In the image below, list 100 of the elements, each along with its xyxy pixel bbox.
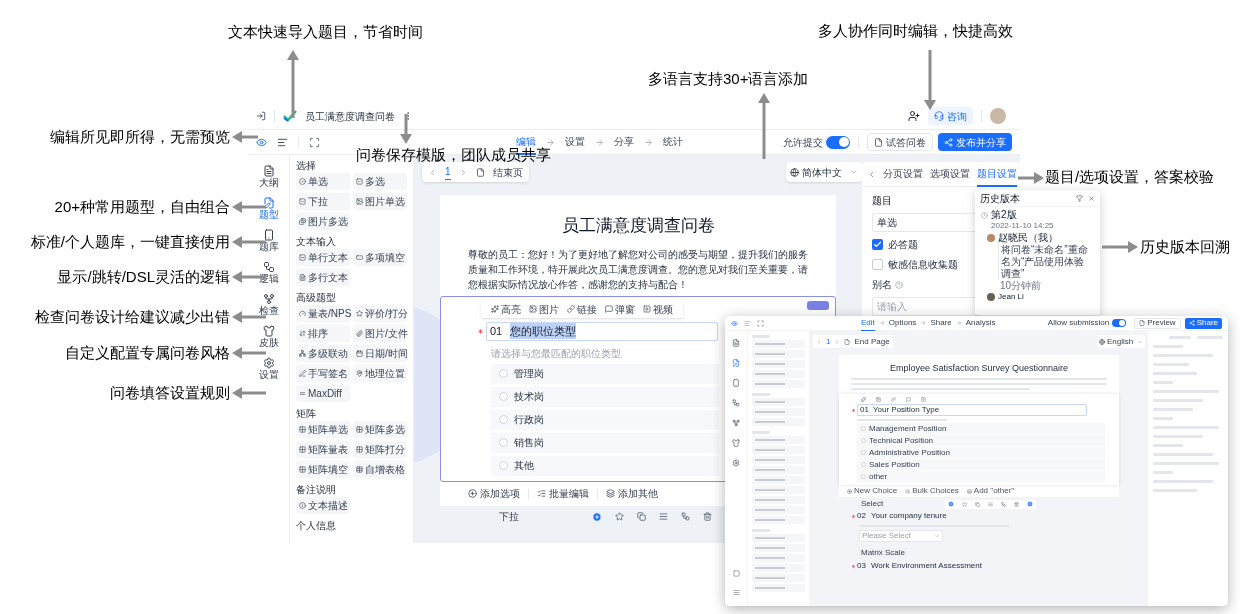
add-icon[interactable] [1027, 501, 1034, 507]
question-type-button[interactable]: 矩阵多选 [353, 421, 407, 438]
rail-item[interactable]: 设置 [258, 357, 279, 381]
question-type-button[interactable]: 日期/时间 [353, 345, 407, 362]
question-type-button[interactable]: 多选 [353, 173, 407, 190]
option-row[interactable]: Sales Position [857, 459, 1105, 470]
question-type-button[interactable]: MaxDiff [296, 385, 350, 402]
language-select[interactable]: English [1097, 335, 1145, 348]
question-type-button[interactable]: 手写签名 [296, 365, 350, 382]
type-item[interactable] [752, 370, 805, 378]
option-row[interactable]: Technical Position [857, 435, 1105, 446]
option-row[interactable]: 行政岗 [491, 409, 719, 430]
question-type-button[interactable]: 下拉 [296, 193, 350, 210]
type-item[interactable] [752, 446, 805, 454]
settings-tab[interactable]: 题目设置 [977, 161, 1017, 187]
type-item[interactable] [752, 380, 805, 388]
type-item[interactable] [752, 436, 805, 444]
settings-icon[interactable] [732, 459, 740, 467]
question-type-button[interactable]: 地理位置 [353, 365, 407, 382]
type-item[interactable] [752, 418, 805, 426]
flow-icon[interactable] [681, 512, 690, 521]
question-type-button[interactable]: 图片/文件 [353, 325, 407, 342]
step-tab[interactable]: Analysis [965, 316, 996, 331]
preview-button[interactable]: Preview [1134, 317, 1181, 329]
step-tab[interactable]: 设置 [565, 129, 585, 155]
question-type-button[interactable]: 自增表格 [353, 461, 407, 478]
step-tab[interactable]: 分享 [614, 129, 634, 155]
option-row[interactable]: Management Position [857, 423, 1105, 434]
type-item[interactable] [752, 496, 805, 504]
question-type-button[interactable]: 排序 [296, 325, 350, 342]
type-item[interactable] [752, 398, 805, 406]
type-item[interactable] [752, 360, 805, 368]
end-page-link[interactable]: 结束页 [492, 164, 523, 180]
step-tab[interactable]: Edit [861, 316, 875, 331]
footer-action[interactable]: 添加其他 [606, 486, 658, 501]
publish-button[interactable]: 发布并分享 [938, 133, 1012, 151]
step-tab[interactable]: 统计 [663, 129, 683, 155]
type-item[interactable] [752, 340, 805, 348]
question-type-button[interactable]: 单选 [296, 173, 350, 190]
phone-icon[interactable] [732, 379, 740, 387]
close-icon[interactable] [1088, 194, 1095, 202]
popup-icon[interactable] [906, 397, 911, 402]
sparkle-icon[interactable] [861, 397, 866, 402]
option-row[interactable]: 销售岗 [491, 432, 719, 453]
link-icon[interactable] [891, 397, 896, 402]
checkbox[interactable] [872, 259, 883, 270]
question-type-button[interactable]: 图片多选 [296, 213, 350, 230]
question-type-button[interactable]: 图片单选 [353, 193, 407, 210]
type-item[interactable] [752, 534, 805, 542]
type-item[interactable] [752, 564, 805, 572]
flow-icon[interactable] [1001, 501, 1007, 507]
add-icon[interactable] [592, 511, 602, 522]
toggle-switch[interactable] [826, 135, 850, 149]
question-type-button[interactable]: 评价/打分 [353, 305, 407, 322]
question-type-button[interactable]: 量表/NPS [296, 305, 350, 322]
question-type-button[interactable]: 多项填空 [353, 249, 407, 266]
type-item[interactable] [752, 574, 805, 582]
settings-tab[interactable]: 选项设置 [930, 161, 970, 187]
type-item[interactable] [752, 516, 805, 524]
question-type-button[interactable]: 单行文本 [296, 249, 350, 266]
option-row[interactable]: 管理岗 [491, 363, 719, 384]
question-type-button[interactable]: 矩阵填空 [296, 461, 350, 478]
format-button[interactable]: 高亮 [491, 301, 521, 317]
trash-icon[interactable] [1014, 501, 1020, 507]
type-item[interactable] [752, 408, 805, 416]
lines-icon[interactable] [988, 501, 994, 507]
option-row[interactable]: 技术岗 [491, 386, 719, 407]
format-button[interactable]: 视频 [643, 301, 673, 317]
step-tab[interactable]: Options [888, 316, 917, 331]
type-item[interactable] [752, 506, 805, 514]
toggle-switch[interactable] [1112, 319, 1127, 327]
type-item[interactable] [752, 486, 805, 494]
filter-icon[interactable] [1076, 194, 1083, 202]
rail-item[interactable]: 题型 [258, 197, 279, 221]
type-item[interactable] [752, 456, 805, 464]
settings-tab[interactable]: 分页设置 [883, 161, 923, 187]
footer-action[interactable]: New Choice [847, 485, 898, 497]
footer-action[interactable]: 添加选项 [468, 486, 520, 501]
step-tab[interactable]: Share [930, 316, 952, 331]
question-type-button[interactable]: 矩阵单选 [296, 421, 350, 438]
copy-icon[interactable] [975, 501, 981, 507]
option-row[interactable]: Administrative Position [857, 447, 1105, 458]
alias-input[interactable]: 请输入 [872, 297, 982, 316]
rail-item[interactable]: 大纲 [258, 165, 279, 189]
share-button[interactable]: Share [1184, 317, 1222, 329]
fork-icon[interactable] [732, 419, 740, 427]
format-button[interactable]: 图片 [529, 301, 559, 317]
checkbox[interactable] [872, 239, 883, 250]
question-title-field[interactable]: 01 您的职位类型 [486, 321, 718, 341]
end-page-link[interactable]: End Page [854, 335, 890, 348]
rail-item[interactable]: 检查 [258, 293, 279, 317]
image-icon[interactable] [876, 397, 881, 402]
edit-document-icon[interactable] [732, 359, 740, 367]
footer-action[interactable]: Bulk Choices [905, 485, 959, 497]
video-icon[interactable] [921, 397, 926, 402]
language-select[interactable]: 简体中文 [786, 162, 862, 182]
page-number[interactable]: 1 [826, 335, 831, 348]
question-type-button[interactable]: 矩阵打分 [353, 441, 407, 458]
avatar[interactable] [990, 108, 1006, 124]
copy-icon[interactable] [637, 512, 646, 521]
